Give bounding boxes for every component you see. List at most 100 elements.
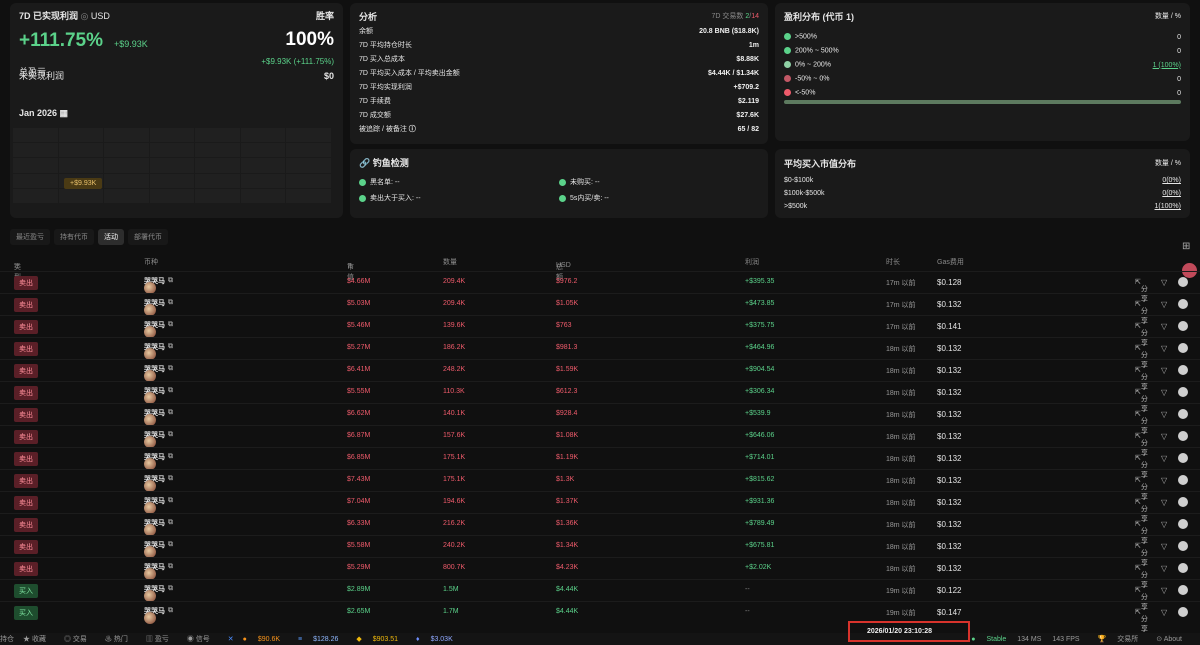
share-button[interactable]: ⇱ 分享 [1135,586,1148,611]
range-value[interactable]: 1 (100%) [1153,62,1181,69]
filter-icon[interactable]: ▽ [1161,498,1167,507]
calendar-month[interactable]: Jan 2026 ▦ [19,108,68,119]
table-row[interactable]: 卖出 哭哭马 ⧉ $5.29M 800.7K $4.23K +$2.02K 18m 以前 $0.… [0,557,1200,589]
tab-recent-pnl[interactable]: 最近盈亏 [10,229,50,245]
token-cell[interactable]: 哭哭马 ⧉ [144,474,173,492]
filter-icon[interactable]: ▽ [1161,410,1167,419]
copy-icon[interactable]: ⧉ [168,475,173,483]
chain-icon[interactable]: ✕ [228,635,234,643]
table-row[interactable]: 卖出 哭哭马 ⧉ $6.85M 175.1K $1.19K +$714.01 18m 以前 $0… [0,447,1200,479]
copy-icon[interactable]: ⧉ [168,343,173,351]
copy-icon[interactable]: ⧉ [168,387,173,395]
filter-icon[interactable]: ▽ [1161,520,1167,529]
share-button[interactable]: ⇱ 分享 [1135,520,1148,545]
share-button[interactable]: ⇱ 分享 [1135,542,1148,567]
table-row[interactable]: 卖出 哭哭马 ⧉ $7.43M 175.1K $1.3K +$815.62 18m 以前 $0.… [0,469,1200,501]
share-button[interactable]: ⇱ 分享 [1135,366,1148,391]
explorer-icon[interactable] [1178,563,1188,573]
filter-icon[interactable]: ▽ [1161,476,1167,485]
table-row[interactable]: 卖出 哭哭马 ⧉ $5.27M 186.2K $981.3 +$464.96 18m 以前 $0… [0,337,1200,369]
share-button[interactable]: ⇱ 分享 [1135,454,1148,479]
explorer-icon[interactable] [1178,365,1188,375]
currency-label[interactable]: USD [91,11,110,21]
explorer-icon[interactable] [1178,431,1188,441]
filter-icon[interactable]: ▽ [1161,300,1167,309]
token-cell[interactable]: 哭哭马 ⧉ [144,364,173,382]
sort-icon[interactable]: ⇅ [347,262,353,270]
copy-icon[interactable]: ⧉ [168,453,173,461]
copy-icon[interactable]: ⧉ [168,277,173,285]
copy-icon[interactable]: ⧉ [168,607,173,615]
explorer-icon[interactable] [1178,585,1188,595]
filter-icon[interactable]: ▽ [1161,388,1167,397]
explorer-icon[interactable] [1178,409,1188,419]
footer-pnl[interactable]: ▥ 盈亏 [146,634,178,644]
share-button[interactable]: ⇱ 分享 [1135,476,1148,501]
token-cell[interactable]: 哭哭马 ⧉ [144,408,173,426]
copy-icon[interactable]: ⧉ [168,321,173,329]
filter-icon[interactable]: ▽ [1161,322,1167,331]
swap-icon[interactable]: ⇄ [556,262,562,270]
token-cell[interactable]: 哭哭马 ⧉ [144,430,173,448]
explorer-icon[interactable] [1178,387,1188,397]
share-button[interactable]: ⇱ 分享 [1135,322,1148,347]
table-row[interactable]: 卖出 哭哭马 ⧉ $6.62M 140.1K $928.4 +$539.9 18m 以前 $0.… [0,403,1200,435]
explorer-icon[interactable] [1178,497,1188,507]
table-row[interactable]: 卖出 哭哭马 ⧉ $7.04M 194.6K $1.37K +$931.36 18m 以前 $0… [0,491,1200,523]
share-button[interactable]: ⇱ 分享 [1135,388,1148,413]
explorer-icon[interactable] [1178,453,1188,463]
copy-icon[interactable]: ⧉ [168,431,173,439]
copy-icon[interactable]: ⧉ [168,519,173,527]
tab-holdings[interactable]: 持有代币 [54,229,94,245]
table-row[interactable]: 卖出 哭哭马 ⧉ $5.55M 110.3K $612.3 +$306.34 18m 以前 $0… [0,381,1200,413]
copy-icon[interactable]: ⧉ [168,541,173,549]
table-row[interactable]: 卖出 哭哭马 ⧉ $5.58M 240.2K $1.34K +$675.81 18m 以前 $0… [0,535,1200,567]
filter-icon[interactable]: ▽ [1161,542,1167,551]
copy-icon[interactable]: ⧉ [168,563,173,571]
explorer-icon[interactable] [1178,607,1188,617]
avg-range-value[interactable]: 1(100%) [1155,203,1181,210]
grid-icon[interactable]: ⊞ [1182,241,1190,252]
table-row[interactable]: 卖出 哭哭马 ⧉ $6.33M 216.2K $1.36K +$789.49 18m 以前 $0… [0,513,1200,545]
token-cell[interactable]: 哭哭马 ⧉ [144,606,173,624]
help-icon[interactable]: ⓘ [409,126,416,133]
tab-activity[interactable]: 活动 [98,229,124,245]
exchange-link[interactable]: 🏆 交易所 [1098,634,1148,644]
token-cell[interactable]: 哭哭马 ⧉ [144,342,173,360]
copy-icon[interactable]: ⧉ [168,585,173,593]
share-button[interactable]: ⇱ 分享 [1135,278,1148,303]
table-row[interactable]: 卖出 哭哭马 ⧉ $6.87M 157.6K $1.08K +$646.06 18m 以前 $0… [0,425,1200,457]
table-row[interactable]: 买入 哭哭马 ⧉ $2.89M 1.5M $4.44K -- 19m 以前 $0.122 ⇱ 分享… [0,579,1200,611]
filter-icon[interactable]: ▽ [1161,278,1167,287]
footer-hot[interactable]: ♨ 热门 [105,634,137,644]
token-cell[interactable]: 哭哭马 ⧉ [144,584,173,602]
filter-icon[interactable]: ▽ [1161,432,1167,441]
explorer-icon[interactable] [1178,277,1188,287]
copy-icon[interactable]: ⧉ [168,409,173,417]
about-link[interactable]: ⊙ About [1156,635,1191,643]
share-button[interactable]: ⇱ 分享 [1135,564,1148,589]
table-row[interactable]: 卖出 哭哭马 ⧉ $5.46M 139.6K $763 +$375.75 17m 以前 $0.1… [0,315,1200,347]
filter-icon[interactable]: ▽ [14,262,19,270]
filter-icon[interactable]: ▽ [1161,344,1167,353]
share-button[interactable]: ⇱ 分享 [1135,410,1148,435]
footer-trade[interactable]: ◎ 交易 [64,634,96,644]
footer-holdings[interactable]: 持仓 [0,634,14,644]
explorer-icon[interactable] [1178,299,1188,309]
token-cell[interactable]: 哭哭马 ⧉ [144,540,173,558]
token-cell[interactable]: 哭哭马 ⧉ [144,518,173,536]
footer-signal[interactable]: ◉ 信号 [187,634,219,644]
token-cell[interactable]: 哭哭马 ⧉ [144,276,173,294]
share-button[interactable]: ⇱ 分享 [1135,608,1148,633]
copy-icon[interactable]: ⧉ [168,365,173,373]
token-cell[interactable]: 哭哭马 ⧉ [144,298,173,316]
filter-icon[interactable]: ▽ [1161,586,1167,595]
explorer-icon[interactable] [1178,343,1188,353]
copy-icon[interactable]: ⧉ [168,299,173,307]
explorer-icon[interactable] [1178,321,1188,331]
filter-icon[interactable]: ▽ [1161,608,1167,617]
share-button[interactable]: ⇱ 分享 [1135,432,1148,457]
calendar-icon[interactable]: ▦ [60,108,69,118]
calendar-day-pnl[interactable]: +$9.93K [64,178,103,189]
explorer-icon[interactable] [1178,475,1188,485]
